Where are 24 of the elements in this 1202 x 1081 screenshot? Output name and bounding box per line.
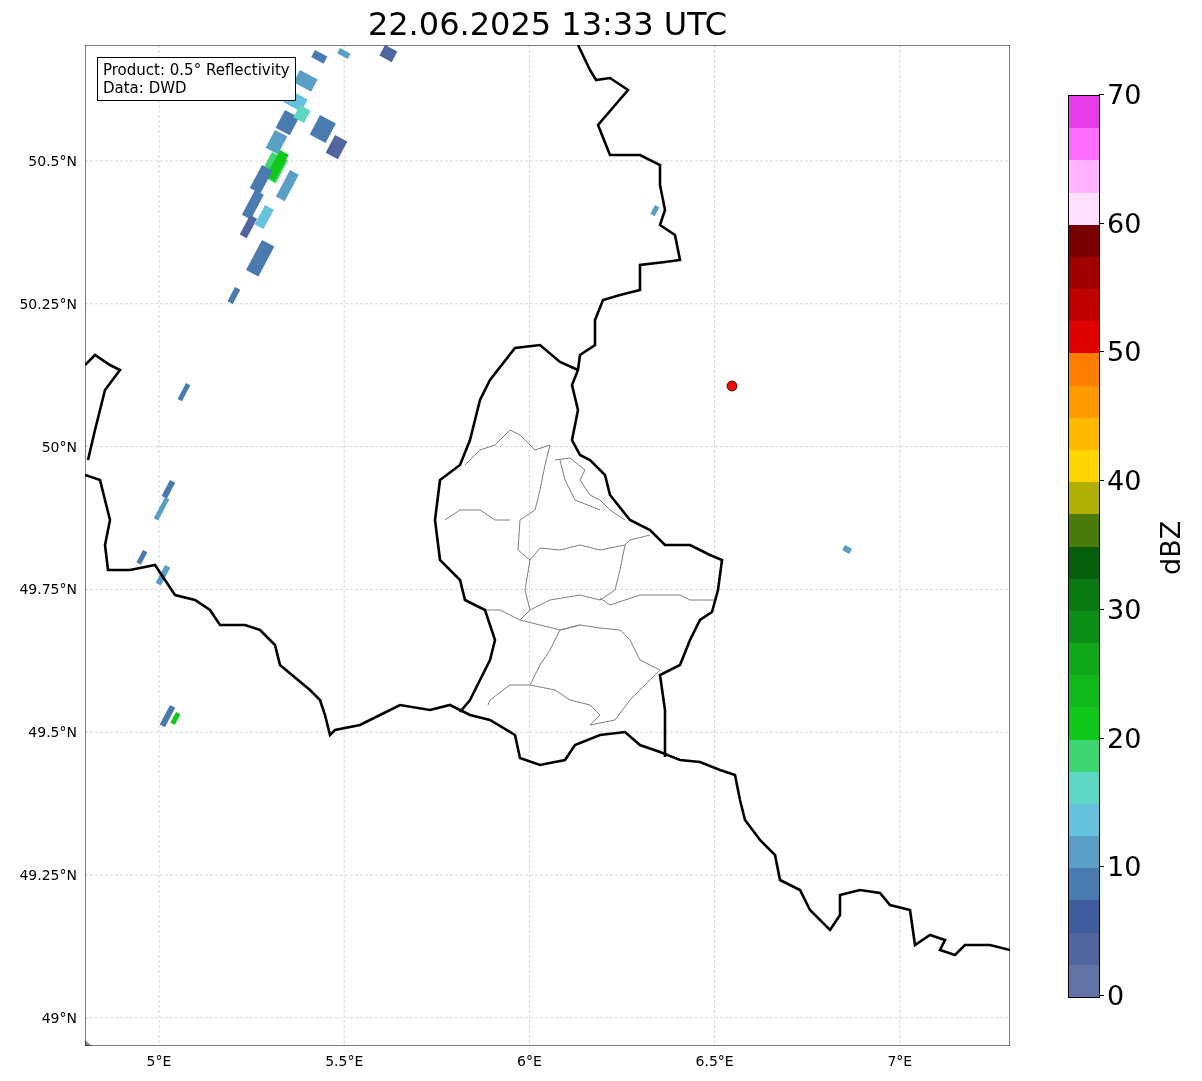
- colorbar-tick-label: 20: [1099, 722, 1142, 755]
- chart-title: 22.06.2025 13:33 UTC: [366, 4, 729, 45]
- latitude-label: 49.75°N: [19, 582, 77, 597]
- colorbar-tick-label: 70: [1099, 79, 1142, 111]
- colorbar-tick-label: 40: [1099, 465, 1142, 498]
- longitude-label: 6°E: [517, 1053, 542, 1069]
- colorbar-tick-label: 50: [1099, 336, 1142, 369]
- longitude-label: 6.5°E: [695, 1053, 734, 1069]
- latitude-label: 49.25°N: [19, 868, 77, 882]
- colorbar-label: dBZ: [1155, 520, 1186, 575]
- colorbar-tick-label: 0: [1099, 980, 1125, 1012]
- latitude-label: 50.5°N: [28, 154, 77, 168]
- colorbar-tick-label: 30: [1099, 593, 1142, 626]
- latitude-label: 50.25°N: [19, 296, 77, 311]
- colorbar-tick-label: 60: [1099, 207, 1142, 240]
- info-text: Data: DWD: [103, 79, 188, 97]
- longitude-label: 5.5°E: [325, 1053, 364, 1069]
- longitude-label: 7°E: [887, 1053, 913, 1069]
- latitude-label: 49.5°N: [28, 725, 77, 740]
- info-text: Product: 0.5° Reflectivity: [103, 61, 290, 79]
- colorbar-tick-label: 10: [1099, 851, 1142, 884]
- latitude-label: 49°N: [41, 1010, 77, 1025]
- latitude-label: 50°N: [41, 439, 77, 454]
- longitude-label: 5°E: [146, 1053, 172, 1069]
